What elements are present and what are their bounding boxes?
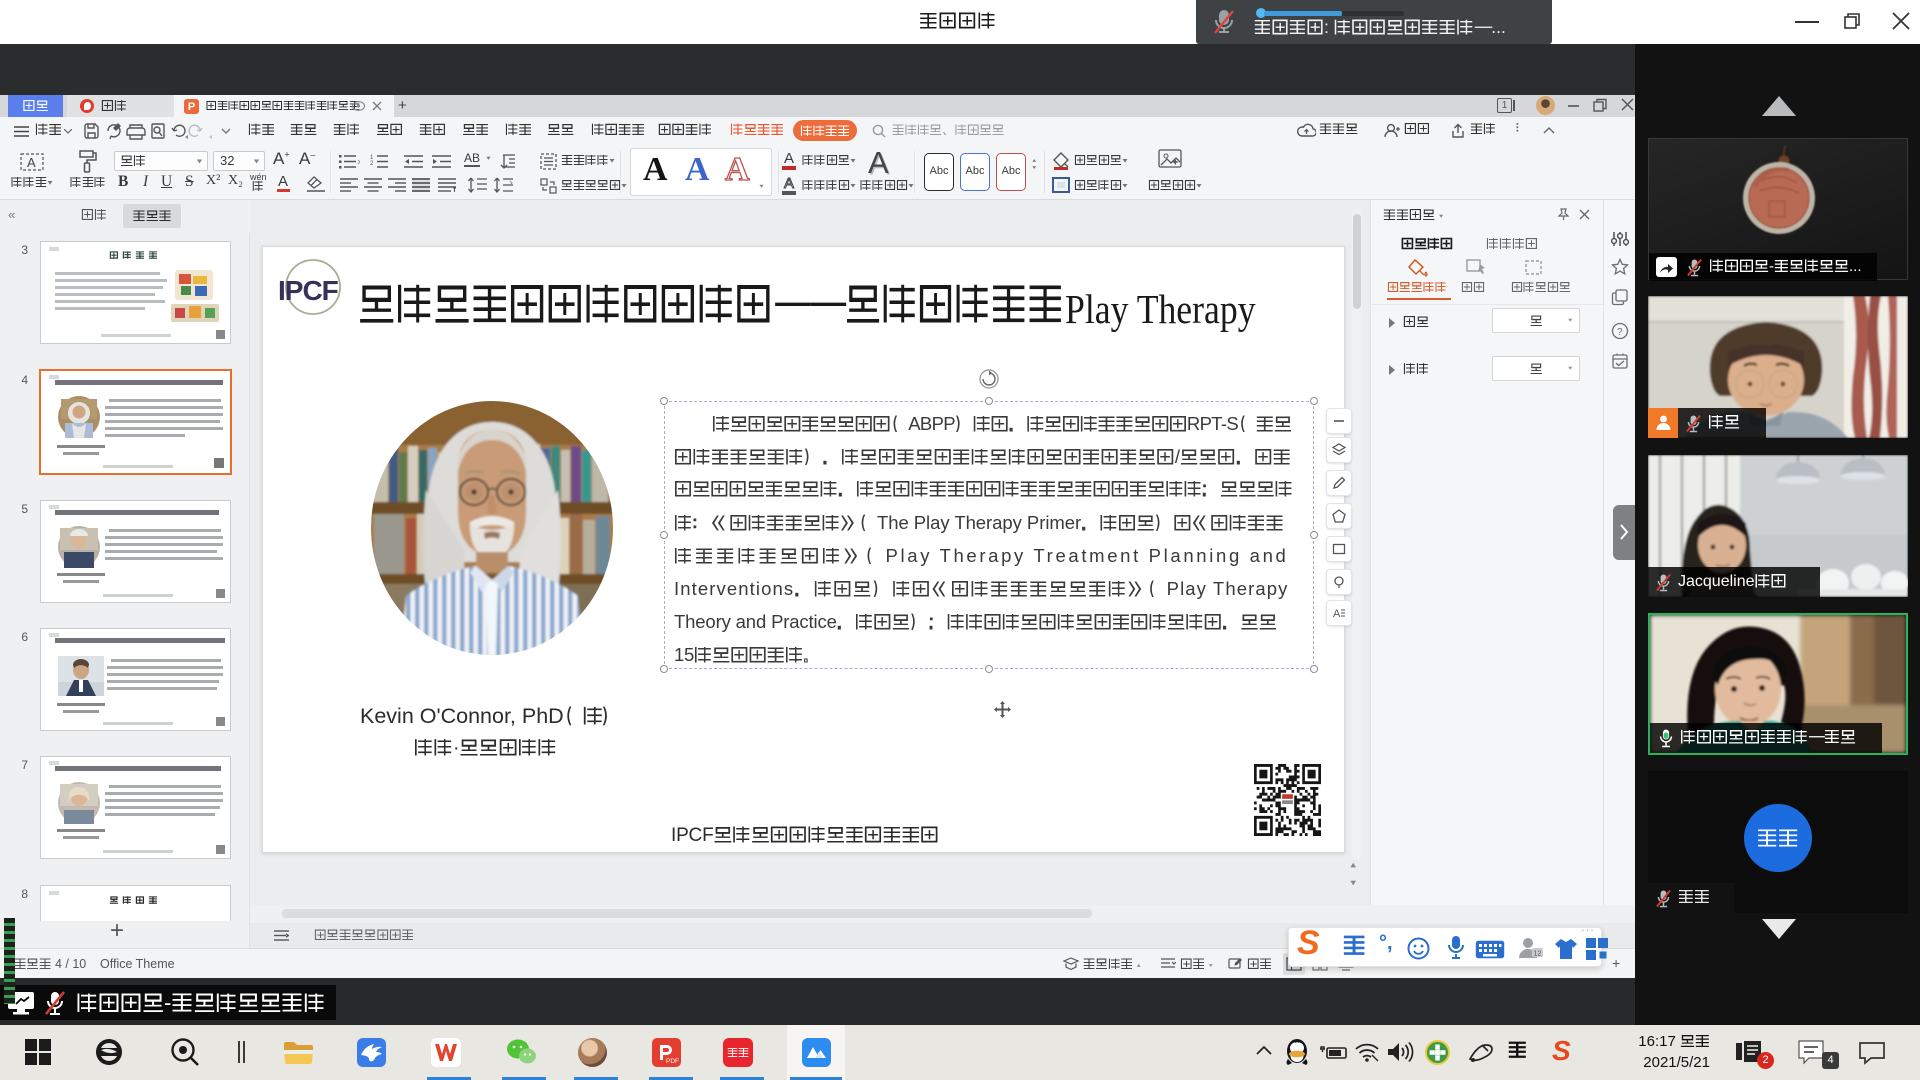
svg-text:A: A (1333, 608, 1341, 620)
svg-text:A: A (27, 155, 36, 170)
svg-text:IPCF: IPCF (278, 275, 339, 306)
svg-text:2: 2 (370, 161, 374, 167)
svg-text:PDF: PDF (666, 1058, 679, 1065)
svg-text:?: ? (1617, 327, 1623, 338)
svg-text:12: 12 (1534, 951, 1542, 958)
